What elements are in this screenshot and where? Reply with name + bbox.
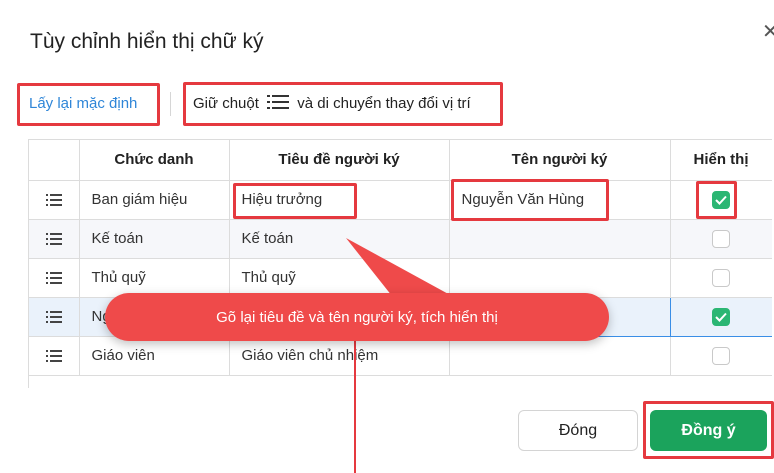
position-cell: Thủ quỹ	[79, 258, 230, 298]
signature-display-dialog: Tùy chỉnh hiển thị chữ ký ✕ Lấy lại mặc …	[0, 0, 774, 473]
row-drag-handle[interactable]	[29, 336, 80, 376]
close-icon[interactable]: ✕	[762, 22, 774, 42]
position-cell: Giáo viên	[79, 336, 230, 376]
visible-cell	[669, 296, 772, 337]
signer-title-cell[interactable]: Thủ quỹ	[229, 258, 450, 298]
column-header-signer-name: Tên người ký	[449, 140, 671, 181]
visible-checkbox[interactable]	[712, 307, 730, 326]
drag-column-header	[29, 140, 80, 181]
signer-name-cell[interactable]	[449, 336, 671, 376]
toolbar-divider	[170, 92, 171, 116]
ok-button[interactable]: Đồng ý	[650, 410, 767, 451]
visible-checkbox[interactable]	[712, 268, 730, 287]
column-header-signer-title: Tiêu đề người ký	[229, 140, 450, 181]
close-button[interactable]: Đóng	[518, 410, 638, 451]
position-cell: Kế toán	[79, 219, 230, 259]
highlight-title-cell	[233, 183, 357, 219]
row-drag-handle[interactable]	[29, 180, 80, 220]
table-row: Ban giám hiệu Hiệu trưởng Nguyễn Văn Hùn…	[29, 180, 772, 220]
signer-name-cell[interactable]	[449, 219, 671, 259]
signer-title-cell[interactable]: Kế toán	[229, 219, 450, 259]
column-header-visible: Hiển thị	[670, 140, 772, 181]
column-header-position: Chức danh	[79, 140, 230, 181]
visible-cell	[670, 258, 772, 298]
instruction-tooltip: Gõ lại tiêu đề và tên người ký, tích hiể…	[105, 293, 609, 341]
drag-handle-icon	[45, 311, 62, 324]
grid-header-row: Chức danh Tiêu đề người ký Tên người ký …	[29, 140, 772, 181]
position-cell: Ban giám hiệu	[79, 180, 230, 220]
visible-cell	[670, 219, 772, 259]
highlight-visible-checkbox	[696, 181, 737, 219]
signature-grid: Chức danh Tiêu đề người ký Tên người ký …	[28, 139, 772, 388]
visible-checkbox[interactable]	[712, 346, 730, 365]
highlight-name-cell	[451, 179, 609, 221]
signer-title-cell[interactable]: Giáo viên chủ nhiệm	[229, 336, 450, 376]
drag-handle-icon	[45, 350, 62, 363]
dialog-title: Tùy chỉnh hiển thị chữ ký	[30, 30, 264, 53]
signer-name-cell[interactable]	[449, 258, 671, 298]
drag-handle-icon	[45, 194, 62, 207]
row-drag-handle[interactable]	[29, 297, 80, 337]
table-row: Giáo viên Giáo viên chủ nhiệm	[29, 336, 772, 376]
row-drag-handle[interactable]	[29, 219, 80, 259]
drag-handle-icon	[45, 233, 62, 246]
table-row: Thủ quỹ Thủ quỹ	[29, 258, 772, 298]
visible-checkbox[interactable]	[712, 229, 730, 248]
visible-cell	[670, 336, 772, 376]
table-row: Kế toán Kế toán	[29, 219, 772, 259]
check-icon	[715, 312, 727, 322]
drag-handle-icon	[45, 272, 62, 285]
highlight-drag-hint	[183, 82, 503, 126]
row-drag-handle[interactable]	[29, 258, 80, 298]
highlight-reset-link	[17, 83, 160, 126]
